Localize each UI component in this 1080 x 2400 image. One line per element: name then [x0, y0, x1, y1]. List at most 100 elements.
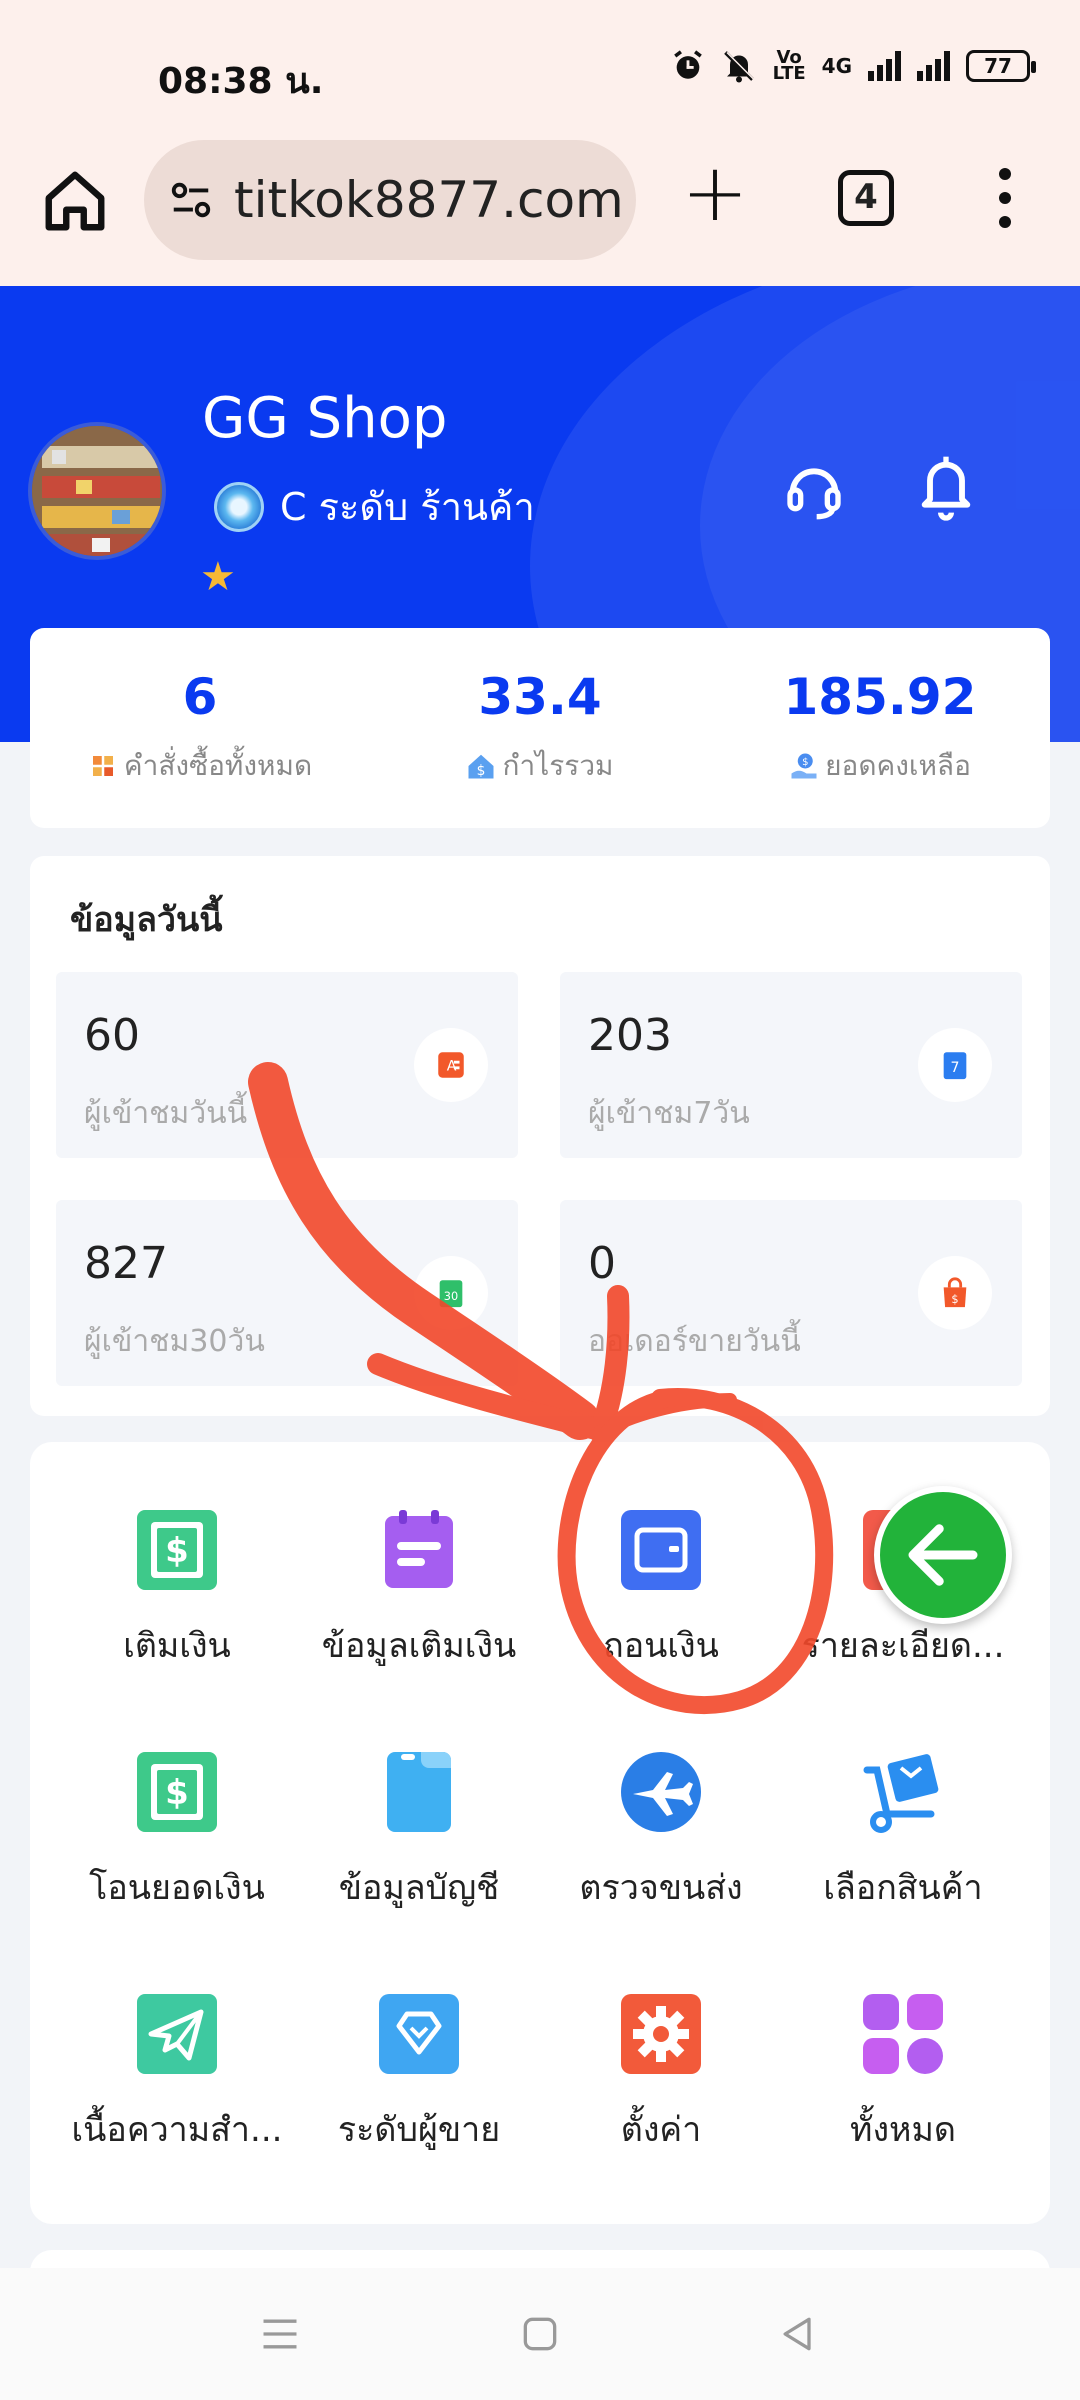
new-tab-button[interactable]: + — [680, 153, 750, 233]
menu-item-top-up-info[interactable]: ข้อมูลเติมเงิน — [294, 1480, 544, 1680]
browser-toolbar: titkok8877.com + 4 — [0, 140, 1080, 286]
menu-item-settings[interactable]: ตั้งค่า — [536, 1964, 786, 2164]
url-text: titkok8877.com — [234, 171, 624, 229]
menu-item-all[interactable]: ทั้งหมด — [778, 1964, 1028, 2164]
seller-level: C ระดับ ร้านค้า — [214, 476, 535, 537]
star-icon: ★ — [200, 554, 236, 600]
gear-icon — [619, 1992, 703, 2076]
menu-item-messages[interactable]: เนื้อความสำ... — [52, 1964, 302, 2164]
status-icons: Vo LTE 4G 77 — [671, 47, 1036, 84]
system-nav-bar — [0, 2268, 1080, 2400]
balance-hand-coin-icon: $ — [791, 753, 817, 779]
svg-text:30: 30 — [444, 1289, 458, 1303]
store-shelves-image — [32, 426, 162, 556]
stats-card: 6 คำสั่งซื้อทั้งหมด 33.4 $ กำไรรวม 185.9… — [30, 628, 1050, 828]
shop-avatar[interactable] — [28, 422, 166, 560]
notification-bell-icon[interactable] — [914, 450, 978, 522]
signal-icon-1 — [868, 51, 901, 81]
svg-text:$: $ — [951, 1292, 958, 1306]
svg-text:$: $ — [802, 757, 808, 768]
menu-item-withdraw[interactable]: ถอนเงิน — [536, 1480, 786, 1680]
home-nav-icon[interactable] — [518, 2312, 562, 2356]
alarm-icon — [673, 50, 702, 79]
stat-label: กำไรรวม — [502, 749, 614, 782]
tile-label: ออเดอร์ขายวันนี้ — [588, 1324, 801, 1359]
menu-label: รายละเอียด... — [801, 1626, 1005, 1666]
menu-label: ข้อมูลเติมเงิน — [321, 1626, 517, 1666]
paper-plane-icon — [135, 1992, 219, 2076]
menu-label: ข้อมูลบัญชี — [338, 1868, 500, 1908]
diamond-icon — [377, 1992, 461, 2076]
tab-switcher-button[interactable]: 4 — [838, 170, 894, 226]
menu-item-transfer-balance[interactable]: $ โอนยอดเงิน — [52, 1722, 302, 1922]
menu-label: โอนยอดเงิน — [89, 1868, 265, 1908]
svg-text:$: $ — [165, 1531, 189, 1571]
tile-visitors-7-days[interactable]: 203 ผู้เข้าชม7วัน 7 — [560, 972, 1022, 1158]
stat-total-profit[interactable]: 33.4 $ กำไรรวม — [370, 628, 710, 828]
recent-apps-icon[interactable] — [258, 2312, 302, 2356]
back-nav-icon[interactable] — [776, 2312, 820, 2356]
tile-value: 60 — [84, 1010, 140, 1061]
floating-back-button[interactable] — [874, 1486, 1012, 1624]
menu-label: เนื้อความสำ... — [71, 2110, 283, 2150]
tile-value: 203 — [588, 1010, 672, 1061]
network-type: 4G — [821, 54, 852, 78]
tile-value: 827 — [84, 1238, 168, 1289]
menu-item-select-products[interactable]: เลือกสินค้า — [778, 1722, 1028, 1922]
tile-visitors-30-days[interactable]: 827 ผู้เข้าชม30วัน 30 — [56, 1200, 518, 1386]
arrow-left-icon — [908, 1524, 978, 1586]
level-badge-icon — [214, 481, 264, 532]
menu-label: เลือกสินค้า — [823, 1868, 983, 1908]
stat-total-orders[interactable]: 6 คำสั่งซื้อทั้งหมด — [30, 628, 370, 828]
tile-visitors-today[interactable]: 60 ผู้เข้าชมวันนี้ A — [56, 972, 518, 1158]
calendar-list-icon — [377, 1508, 461, 1592]
today-title: ข้อมูลวันนี้ — [70, 900, 223, 940]
browser-menu-icon[interactable] — [990, 168, 1020, 228]
dollar-card-icon: $ — [135, 1508, 219, 1592]
status-bar: 08:38 น. Vo LTE 4G 77 — [0, 0, 1080, 140]
menu-item-seller-level[interactable]: ระดับผู้ขาย — [294, 1964, 544, 2164]
profit-house-icon: $ — [468, 754, 494, 779]
shopping-bag-icon: $ — [943, 1277, 967, 1308]
menu-label: ตรวจขนส่ง — [579, 1868, 743, 1908]
menu-label: ถอนเงิน — [603, 1626, 719, 1666]
cart-box-icon — [861, 1750, 945, 1834]
status-time: 08:38 น. — [158, 61, 324, 102]
seven-day-calendar-icon: 7 — [943, 1052, 967, 1080]
tile-label: ผู้เข้าชม7วัน — [588, 1096, 750, 1131]
today-data-card: ข้อมูลวันนี้ 60 ผู้เข้าชมวันนี้ A 203 ผู… — [30, 856, 1050, 1416]
customer-service-icon[interactable] — [782, 458, 846, 522]
svg-text:$: $ — [165, 1773, 189, 1813]
muted-bell-icon — [723, 51, 755, 83]
menu-item-account-info[interactable]: ข้อมูลบัญชี — [294, 1722, 544, 1922]
stat-value: 185.92 — [783, 668, 977, 726]
stat-value: 6 — [182, 668, 218, 726]
stat-label: ยอดคงเหลือ — [825, 749, 971, 782]
shop-name: GG Shop — [202, 386, 448, 451]
account-card-icon — [377, 1750, 461, 1834]
menu-item-top-up[interactable]: $ เติมเงิน — [52, 1480, 302, 1680]
volte-icon: Vo LTE — [772, 47, 806, 84]
stat-label: คำสั่งซื้อทั้งหมด — [123, 749, 313, 782]
address-bar[interactable]: titkok8877.com — [144, 140, 636, 260]
menu-label: เติมเงิน — [123, 1626, 231, 1666]
home-icon[interactable] — [40, 166, 110, 236]
tile-orders-today[interactable]: 0 ออเดอร์ขายวันนี้ $ — [560, 1200, 1022, 1386]
site-settings-icon[interactable] — [168, 177, 214, 223]
tile-value: 0 — [588, 1238, 616, 1289]
menu-label: ทั้งหมด — [850, 2110, 956, 2150]
menu-item-check-shipping[interactable]: ตรวจขนส่ง — [536, 1722, 786, 1922]
orders-grid-icon — [92, 756, 113, 776]
svg-text:$: $ — [477, 763, 486, 779]
stat-value: 33.4 — [478, 668, 602, 726]
visitor-card-icon: A — [438, 1052, 464, 1078]
tile-label: ผู้เข้าชมวันนี้ — [84, 1096, 248, 1131]
level-text: C ระดับ ร้านค้า — [280, 485, 535, 529]
svg-text:7: 7 — [950, 1060, 959, 1076]
menu-label: ระดับผู้ขาย — [337, 2110, 501, 2150]
signal-icon-2 — [917, 51, 950, 81]
dollar-card-icon: $ — [135, 1750, 219, 1834]
stat-balance[interactable]: 185.92 $ ยอดคงเหลือ — [710, 628, 1050, 828]
battery-icon: 77 — [966, 50, 1036, 82]
thirty-day-calendar-icon: 30 — [439, 1280, 463, 1308]
